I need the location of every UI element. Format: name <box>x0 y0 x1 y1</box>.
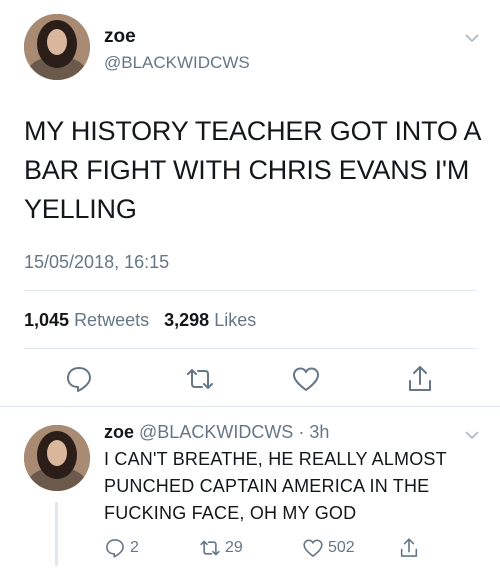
like-icon <box>303 539 323 557</box>
author-name[interactable]: zoe <box>104 26 136 48</box>
reply-like-button[interactable]: 502 <box>302 535 355 561</box>
author-handle[interactable]: @BLACKWIDCWS <box>104 53 250 73</box>
retweets-label[interactable]: Retweets <box>74 310 149 330</box>
reply-avatar[interactable] <box>24 425 90 491</box>
avatar[interactable] <box>24 14 90 80</box>
reply-icon[interactable] <box>64 364 94 394</box>
reply-author-handle[interactable]: @BLACKWIDCWS <box>139 422 293 442</box>
reply-text: I CAN'T BREATHE, HE REALLY ALMOST PUNCHE… <box>104 449 447 523</box>
chevron-down-icon[interactable] <box>464 30 480 46</box>
likes-label[interactable]: Likes <box>214 310 256 330</box>
timestamp[interactable]: 15/05/2018, 16:15 <box>24 252 169 273</box>
divider <box>24 290 476 291</box>
like-icon[interactable] <box>291 364 321 394</box>
divider <box>24 348 476 349</box>
reply-separator: · <box>298 422 305 442</box>
chevron-down-icon[interactable] <box>464 427 480 443</box>
tweet-text: MY HISTORY TEACHER GOT INTO A BAR FIGHT … <box>24 116 480 224</box>
reply-count: 2 <box>130 539 139 556</box>
share-icon <box>400 538 418 557</box>
thread-line <box>55 502 58 566</box>
engagement-stats: 1,045 Retweets 3,298 Likes <box>24 310 256 331</box>
reply-icon <box>106 539 124 558</box>
avatar-image <box>24 425 90 491</box>
reply-author-name[interactable]: zoe <box>104 422 134 442</box>
like-count: 502 <box>328 539 355 556</box>
section-divider <box>0 406 500 407</box>
reply-time[interactable]: 3h <box>309 422 329 442</box>
retweets-count[interactable]: 1,045 <box>24 310 69 330</box>
retweet-count: 29 <box>225 539 243 556</box>
retweet-icon <box>200 540 220 556</box>
reply-header: zoe @BLACKWIDCWS · 3h <box>104 422 329 443</box>
reply-reply-button[interactable]: 2 <box>104 535 139 561</box>
reply-actions: 2 29 502 <box>104 535 484 561</box>
tweet-actions <box>0 360 500 396</box>
share-icon[interactable] <box>405 364 435 394</box>
likes-count[interactable]: 3,298 <box>164 310 209 330</box>
avatar-image <box>24 14 90 80</box>
reply-share-button[interactable] <box>398 535 420 561</box>
reply-retweet-button[interactable]: 29 <box>199 535 243 561</box>
retweet-icon[interactable] <box>185 364 215 394</box>
